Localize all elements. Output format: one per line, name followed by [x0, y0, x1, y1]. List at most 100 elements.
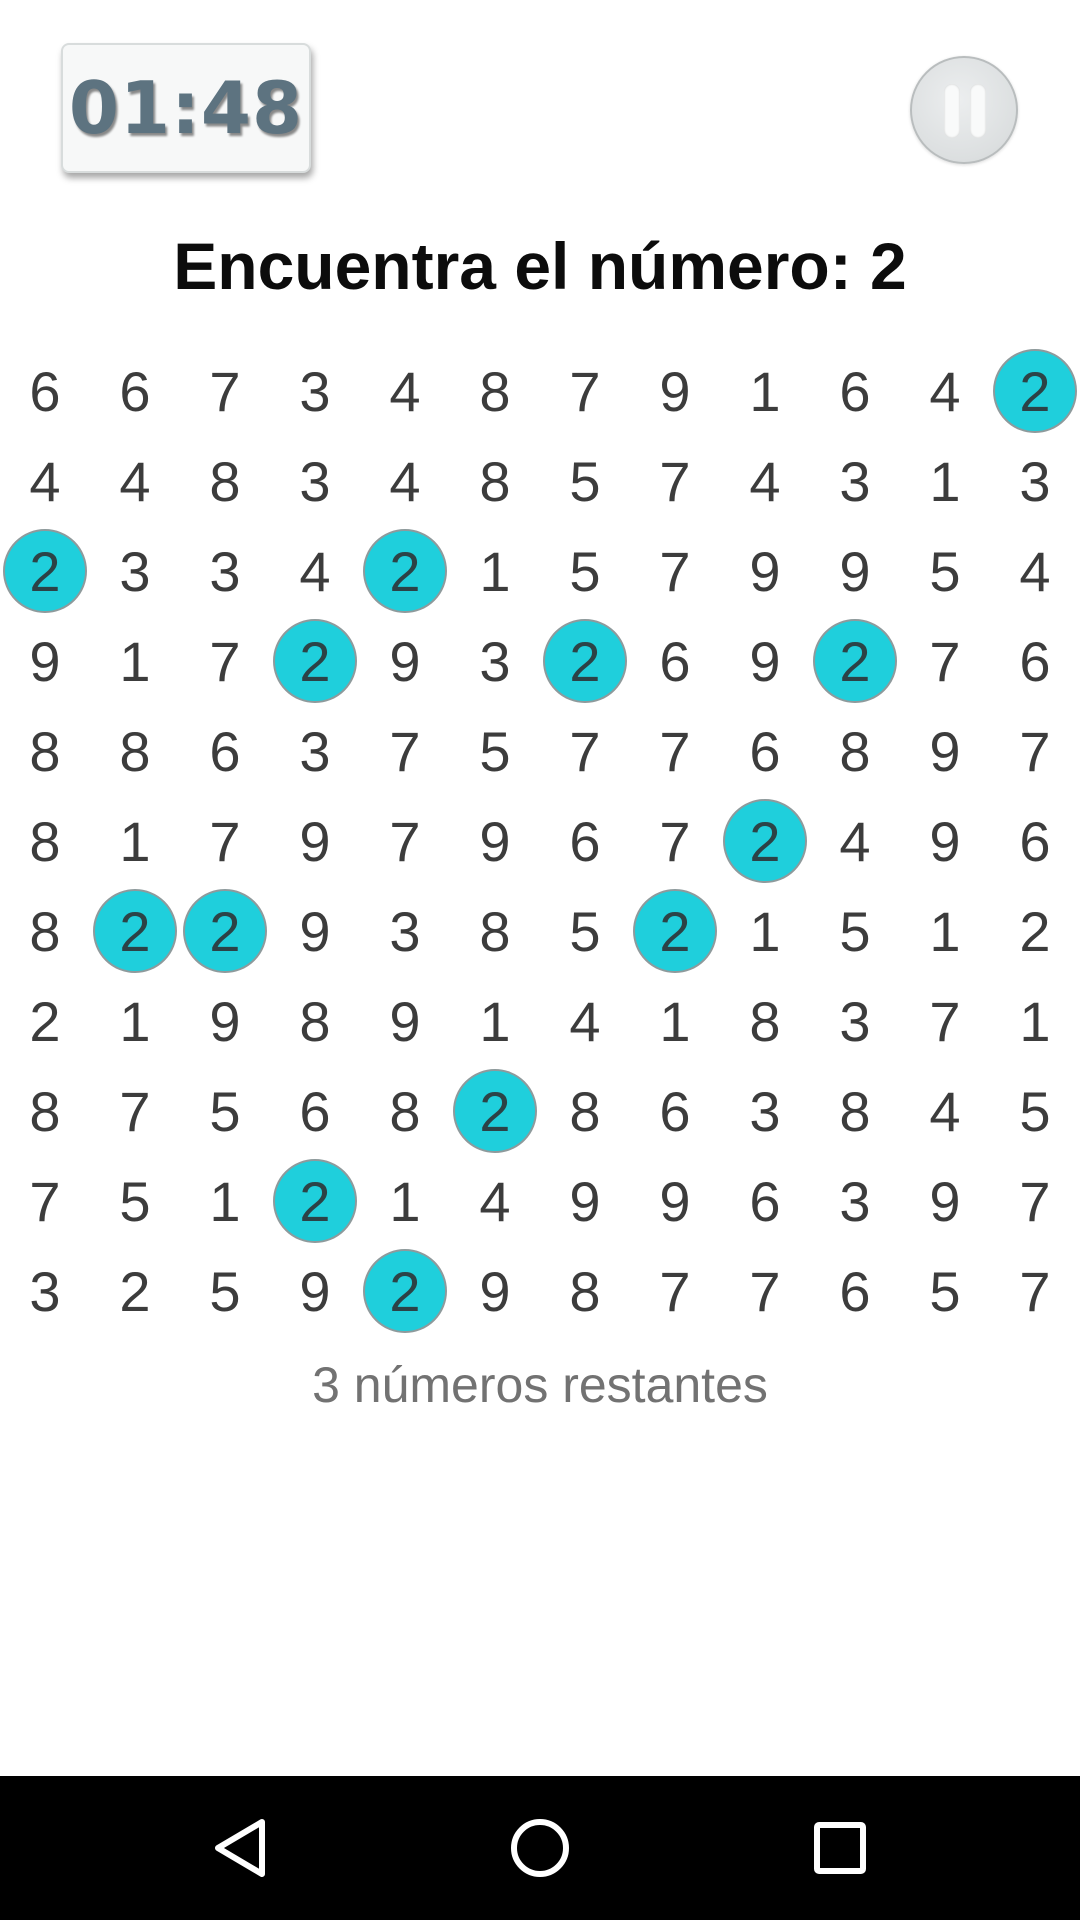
grid-cell[interactable]: 8 — [540, 1066, 630, 1156]
grid-cell[interactable]: 3 — [810, 436, 900, 526]
grid-cell[interactable]: 8 — [0, 886, 90, 976]
grid-cell[interactable]: 5 — [540, 436, 630, 526]
grid-cell[interactable]: 9 — [270, 1246, 360, 1336]
grid-cell[interactable]: 4 — [990, 526, 1080, 616]
grid-cell[interactable]: 5 — [540, 526, 630, 616]
grid-cell[interactable]: 8 — [810, 1066, 900, 1156]
grid-cell[interactable]: 4 — [270, 526, 360, 616]
grid-cell[interactable]: 3 — [90, 526, 180, 616]
grid-cell[interactable]: 7 — [900, 976, 990, 1066]
grid-cell[interactable]: 3 — [810, 1156, 900, 1246]
grid-cell[interactable]: 1 — [180, 1156, 270, 1246]
grid-cell[interactable]: 5 — [900, 526, 990, 616]
grid-cell[interactable]: 8 — [90, 706, 180, 796]
grid-cell[interactable]: 7 — [180, 346, 270, 436]
recents-button[interactable] — [798, 1806, 882, 1890]
grid-cell[interactable]: 4 — [360, 436, 450, 526]
grid-cell[interactable]: 8 — [450, 436, 540, 526]
grid-cell[interactable]: 7 — [630, 526, 720, 616]
grid-cell[interactable]: 6 — [630, 616, 720, 706]
grid-cell[interactable]: 4 — [720, 436, 810, 526]
grid-cell-found[interactable]: 2 — [273, 619, 357, 703]
pause-button[interactable] — [910, 56, 1018, 164]
grid-cell[interactable]: 4 — [900, 346, 990, 436]
grid-cell[interactable]: 7 — [540, 706, 630, 796]
grid-cell[interactable]: 7 — [180, 616, 270, 706]
grid-cell[interactable]: 3 — [270, 346, 360, 436]
grid-cell-found[interactable]: 2 — [993, 349, 1077, 433]
grid-cell[interactable]: 6 — [810, 1246, 900, 1336]
grid-cell[interactable]: 1 — [450, 976, 540, 1066]
grid-cell[interactable]: 3 — [810, 976, 900, 1066]
grid-cell[interactable]: 7 — [630, 436, 720, 526]
grid-cell[interactable]: 9 — [360, 976, 450, 1066]
grid-cell[interactable]: 3 — [450, 616, 540, 706]
grid-cell[interactable]: 2 — [0, 976, 90, 1066]
grid-cell[interactable]: 4 — [810, 796, 900, 886]
home-button[interactable] — [498, 1806, 582, 1890]
grid-cell[interactable]: 9 — [810, 526, 900, 616]
grid-cell[interactable]: 5 — [900, 1246, 990, 1336]
grid-cell[interactable]: 7 — [0, 1156, 90, 1246]
grid-cell-found[interactable]: 2 — [363, 1249, 447, 1333]
grid-cell[interactable]: 7 — [180, 796, 270, 886]
grid-cell[interactable]: 6 — [990, 616, 1080, 706]
grid-cell[interactable]: 1 — [450, 526, 540, 616]
grid-cell[interactable]: 9 — [180, 976, 270, 1066]
grid-cell[interactable]: 2 — [990, 886, 1080, 976]
back-button[interactable] — [198, 1806, 282, 1890]
grid-cell-found[interactable]: 2 — [93, 889, 177, 973]
grid-cell[interactable]: 7 — [360, 706, 450, 796]
grid-cell-found[interactable]: 2 — [183, 889, 267, 973]
grid-cell[interactable]: 7 — [990, 706, 1080, 796]
grid-cell[interactable]: 5 — [540, 886, 630, 976]
grid-cell[interactable]: 6 — [270, 1066, 360, 1156]
grid-cell[interactable]: 8 — [720, 976, 810, 1066]
grid-cell[interactable]: 9 — [630, 1156, 720, 1246]
grid-cell[interactable]: 5 — [810, 886, 900, 976]
grid-cell[interactable]: 6 — [90, 346, 180, 436]
grid-cell[interactable]: 4 — [900, 1066, 990, 1156]
grid-cell[interactable]: 3 — [180, 526, 270, 616]
grid-cell[interactable]: 9 — [450, 796, 540, 886]
grid-cell[interactable]: 3 — [270, 706, 360, 796]
grid-cell[interactable]: 8 — [0, 1066, 90, 1156]
grid-cell[interactable]: 6 — [810, 346, 900, 436]
grid-cell[interactable]: 1 — [720, 346, 810, 436]
grid-cell-found[interactable]: 2 — [543, 619, 627, 703]
grid-cell[interactable]: 9 — [900, 706, 990, 796]
grid-cell-found[interactable]: 2 — [3, 529, 87, 613]
grid-cell[interactable]: 9 — [450, 1246, 540, 1336]
grid-cell-found[interactable]: 2 — [453, 1069, 537, 1153]
grid-cell[interactable]: 2 — [90, 1246, 180, 1336]
grid-cell-found[interactable]: 2 — [273, 1159, 357, 1243]
grid-cell[interactable]: 9 — [630, 346, 720, 436]
grid-cell[interactable]: 7 — [990, 1156, 1080, 1246]
grid-cell[interactable]: 8 — [810, 706, 900, 796]
grid-cell[interactable]: 8 — [0, 706, 90, 796]
grid-cell[interactable]: 6 — [0, 346, 90, 436]
grid-cell[interactable]: 3 — [720, 1066, 810, 1156]
grid-cell[interactable]: 7 — [630, 706, 720, 796]
grid-cell[interactable]: 9 — [0, 616, 90, 706]
grid-cell[interactable]: 9 — [360, 616, 450, 706]
grid-cell[interactable]: 1 — [900, 886, 990, 976]
grid-cell[interactable]: 6 — [540, 796, 630, 886]
grid-cell[interactable]: 4 — [90, 436, 180, 526]
grid-cell[interactable]: 6 — [720, 706, 810, 796]
grid-cell[interactable]: 7 — [990, 1246, 1080, 1336]
grid-cell[interactable]: 1 — [630, 976, 720, 1066]
grid-cell[interactable]: 4 — [450, 1156, 540, 1246]
grid-cell[interactable]: 6 — [630, 1066, 720, 1156]
grid-cell[interactable]: 1 — [90, 796, 180, 886]
grid-cell[interactable]: 9 — [720, 526, 810, 616]
grid-cell[interactable]: 1 — [360, 1156, 450, 1246]
grid-cell[interactable]: 7 — [360, 796, 450, 886]
grid-cell[interactable]: 9 — [270, 796, 360, 886]
grid-cell[interactable]: 9 — [720, 616, 810, 706]
grid-cell[interactable]: 9 — [900, 796, 990, 886]
grid-cell[interactable]: 9 — [900, 1156, 990, 1246]
grid-cell[interactable]: 1 — [990, 976, 1080, 1066]
grid-cell-found[interactable]: 2 — [723, 799, 807, 883]
grid-cell[interactable]: 7 — [900, 616, 990, 706]
